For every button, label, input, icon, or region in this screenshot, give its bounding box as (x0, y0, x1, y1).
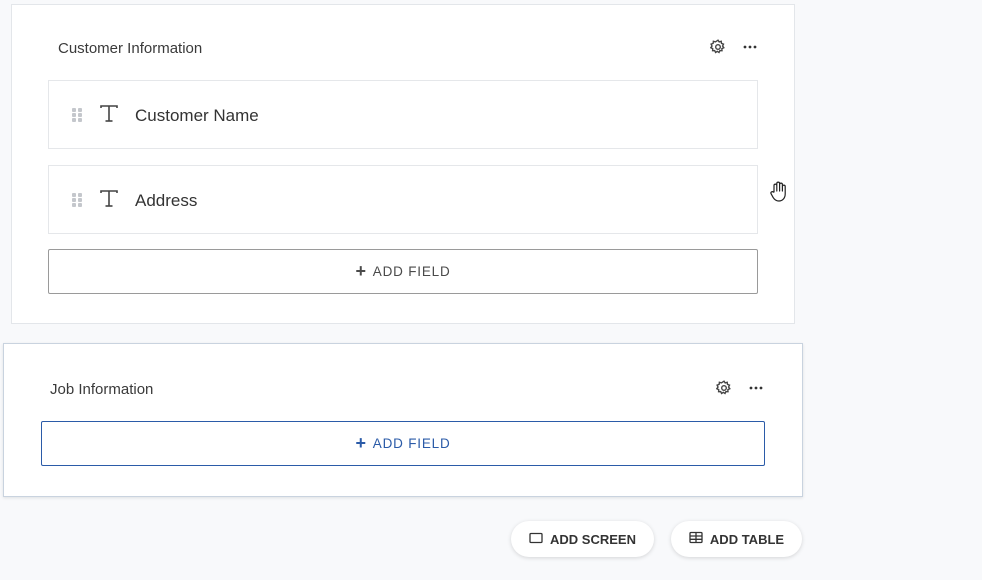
gear-icon[interactable] (715, 379, 733, 397)
more-horizontal-icon[interactable] (741, 38, 759, 56)
text-type-icon (99, 188, 119, 210)
text-type-icon (99, 103, 119, 125)
gear-icon[interactable] (709, 38, 727, 56)
add-field-label: ADD FIELD (372, 264, 451, 279)
hand-cursor-icon (768, 180, 790, 204)
add-table-button[interactable]: ADD TABLE (671, 521, 802, 557)
more-horizontal-icon[interactable] (747, 379, 765, 397)
section-customer-information: Customer Information Customer Name Addre… (11, 4, 795, 324)
plus-icon: + (355, 432, 367, 453)
add-table-label: ADD TABLE (709, 531, 785, 547)
drag-handle-icon[interactable] (71, 192, 83, 208)
add-field-button[interactable]: + ADD FIELD (41, 421, 765, 466)
field-row-customer-name[interactable]: Customer Name (48, 80, 758, 149)
section-title: Customer Information (58, 40, 203, 57)
section-job-information: Job Information + ADD FIELD (3, 343, 803, 497)
add-screen-button[interactable]: ADD SCREEN (511, 521, 654, 557)
add-screen-label: ADD SCREEN (550, 531, 636, 547)
table-icon (689, 531, 703, 547)
add-field-label: ADD FIELD (372, 436, 451, 451)
screen-icon (529, 532, 543, 547)
plus-icon: + (355, 260, 367, 281)
field-row-address[interactable]: Address (48, 165, 758, 234)
section-title: Job Information (50, 381, 154, 398)
drag-handle-icon[interactable] (71, 107, 83, 123)
field-label: Address (135, 191, 198, 210)
form-builder-canvas: Customer Information Customer Name Addre… (0, 0, 982, 580)
add-field-button[interactable]: + ADD FIELD (48, 249, 758, 294)
field-label: Customer Name (135, 106, 259, 125)
